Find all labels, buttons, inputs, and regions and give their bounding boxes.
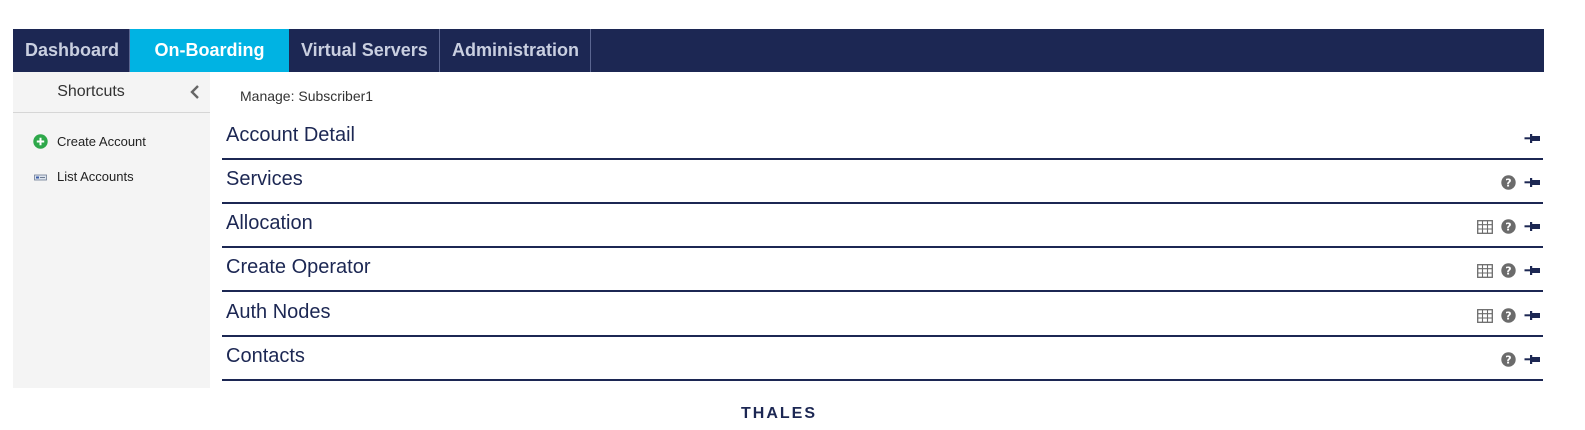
section-title: Create Operator <box>226 256 371 278</box>
section-allocation[interactable]: Allocation ? <box>222 204 1543 248</box>
help-icon[interactable]: ? <box>1500 218 1517 235</box>
svg-text:?: ? <box>1505 309 1511 322</box>
pin-icon[interactable] <box>1524 307 1541 324</box>
section-title: Allocation <box>226 212 313 234</box>
tab-on-boarding[interactable]: On-Boarding <box>130 29 289 72</box>
help-icon[interactable]: ? <box>1500 174 1517 191</box>
pin-icon[interactable] <box>1524 130 1541 147</box>
section-services[interactable]: Services ? <box>222 160 1543 204</box>
shortcut-label: Create Account <box>57 133 146 149</box>
shortcut-create-account[interactable]: Create Account <box>33 130 146 152</box>
top-navigation: Dashboard On-Boarding Virtual Servers Ad… <box>13 29 1544 72</box>
pin-icon[interactable] <box>1524 262 1541 279</box>
help-icon[interactable]: ? <box>1500 262 1517 279</box>
table-icon[interactable] <box>1476 262 1493 279</box>
section-title: Account Detail <box>226 124 355 146</box>
section-account-detail[interactable]: Account Detail <box>222 116 1543 160</box>
svg-text:?: ? <box>1505 264 1511 277</box>
table-icon[interactable] <box>1476 307 1493 324</box>
help-icon[interactable]: ? <box>1500 351 1517 368</box>
sidebar-title: Shortcuts <box>57 83 125 100</box>
svg-text:?: ? <box>1505 220 1511 233</box>
pin-icon[interactable] <box>1524 351 1541 368</box>
pin-icon[interactable] <box>1524 174 1541 191</box>
table-icon[interactable] <box>1476 218 1493 235</box>
shortcuts-sidebar: Shortcuts Create Account List Accounts <box>13 72 210 388</box>
sidebar-header: Shortcuts <box>13 72 210 113</box>
svg-text:?: ? <box>1505 353 1511 366</box>
help-icon[interactable]: ? <box>1500 307 1517 324</box>
section-title: Services <box>226 168 303 190</box>
section-title: Contacts <box>226 345 305 367</box>
section-contacts[interactable]: Contacts ? <box>222 337 1543 381</box>
tab-dashboard[interactable]: Dashboard <box>13 29 130 72</box>
section-auth-nodes[interactable]: Auth Nodes ? <box>222 293 1543 337</box>
plus-circle-icon <box>33 133 48 149</box>
list-card-icon <box>33 169 48 184</box>
tab-administration[interactable]: Administration <box>440 29 591 72</box>
tab-virtual-servers[interactable]: Virtual Servers <box>289 29 440 72</box>
breadcrumb: Manage: Subscriber1 <box>240 88 374 104</box>
thales-logo: THALES <box>741 405 817 422</box>
shortcut-list-accounts[interactable]: List Accounts <box>33 165 134 187</box>
section-title: Auth Nodes <box>226 301 331 323</box>
chevron-left-icon[interactable] <box>188 84 202 100</box>
pin-icon[interactable] <box>1524 218 1541 235</box>
shortcut-label: List Accounts <box>57 168 134 184</box>
section-create-operator[interactable]: Create Operator ? <box>222 248 1543 292</box>
svg-text:?: ? <box>1505 176 1511 189</box>
